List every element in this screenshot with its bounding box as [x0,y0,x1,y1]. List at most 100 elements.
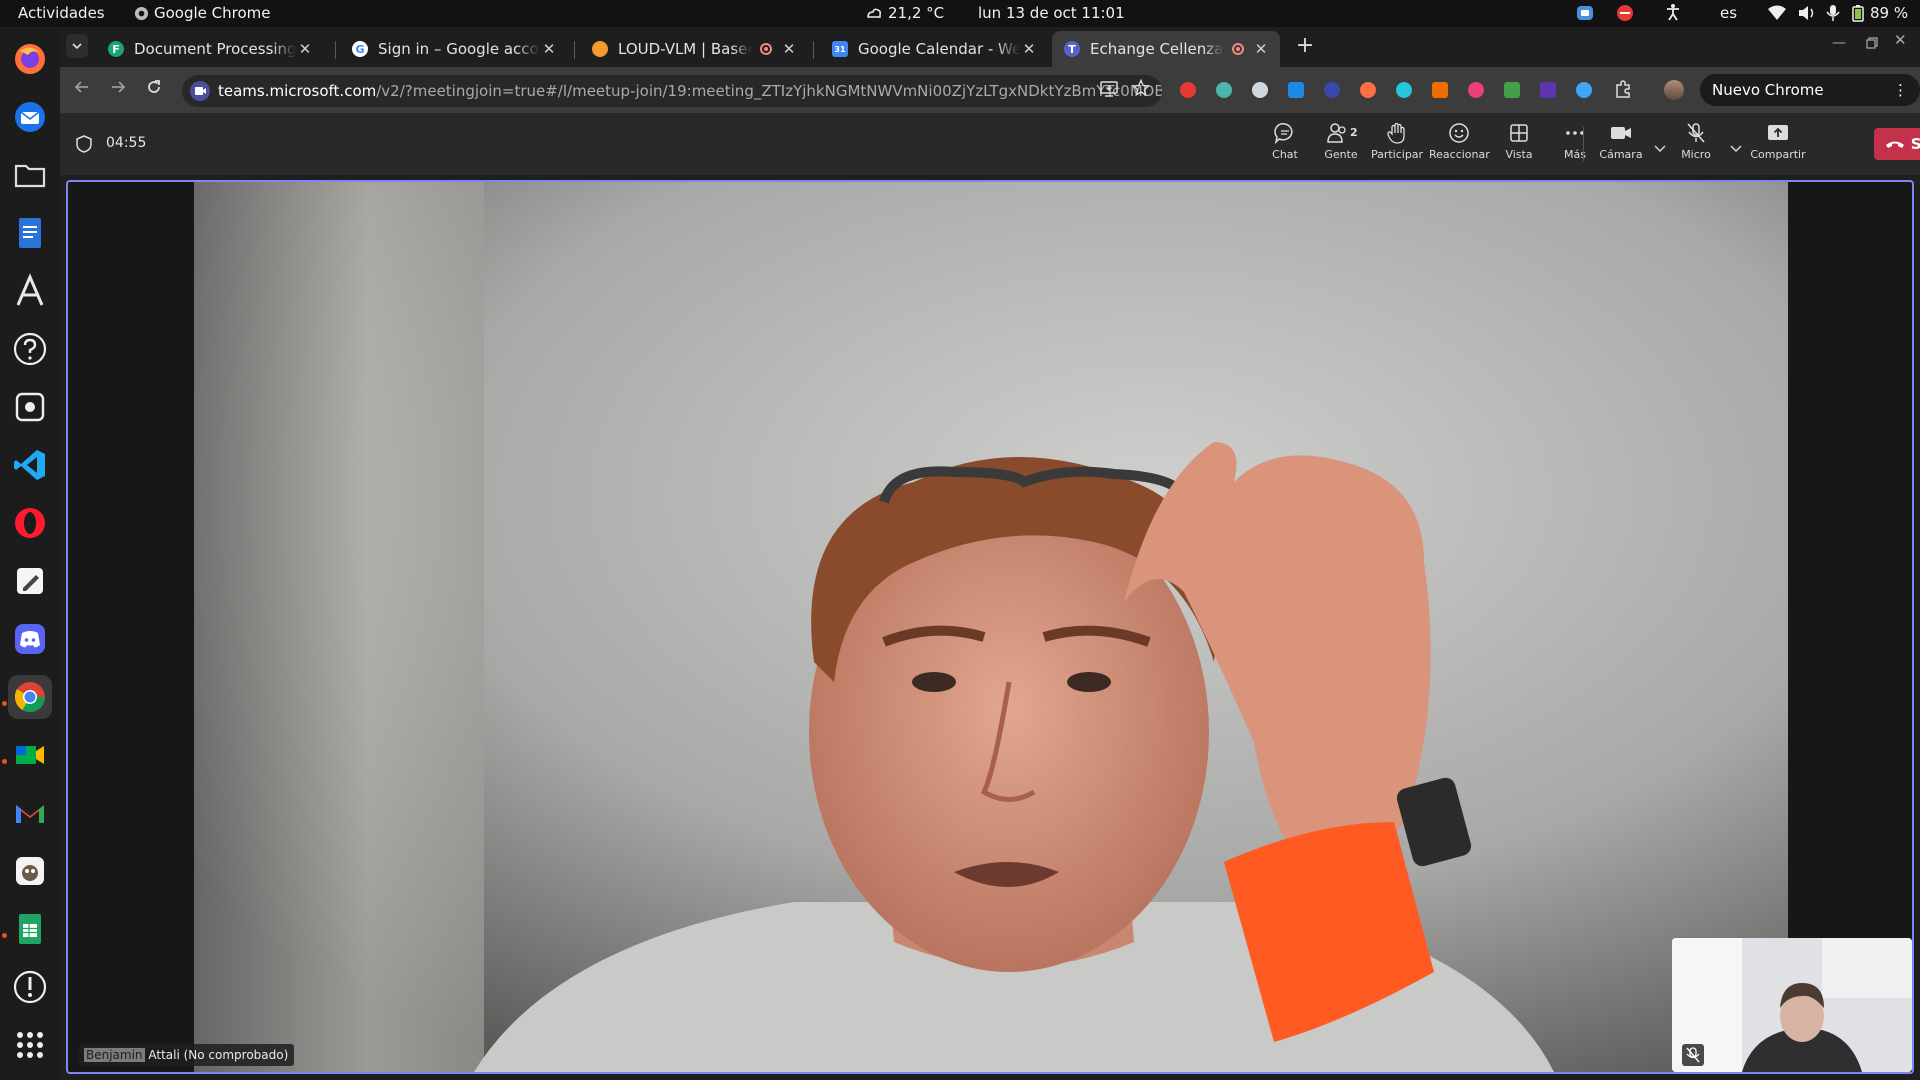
raise-hand-button[interactable]: Participar [1367,122,1427,161]
chrome-update-chip[interactable]: Nuevo Chrome disponible ⋮ [1700,74,1920,131]
text-editor-icon[interactable] [8,559,52,603]
sheets-icon[interactable] [8,907,52,951]
adblock-extension-icon[interactable] [1180,82,1196,98]
new-tab-button[interactable]: + [1292,33,1318,59]
people-count-badge: 2 [1350,126,1358,139]
thunderbird-icon[interactable] [8,95,52,139]
firefox-icon[interactable] [8,37,52,81]
close-icon[interactable]: ✕ [780,40,798,58]
show-apps-icon[interactable] [8,1023,52,1067]
meet-icon[interactable] [8,733,52,777]
calendar-favicon: 31 [832,41,848,57]
view-button[interactable]: Vista [1489,122,1549,161]
tab-document-processing[interactable]: F Document Processing Pl ✕ [96,31,324,67]
chrome-icon[interactable] [8,675,52,719]
more-menu-icon[interactable]: ⋮ [1893,74,1908,106]
self-view-video[interactable] [1672,938,1912,1072]
extension-icon[interactable] [1432,82,1448,98]
keyboard-language[interactable]: es [1720,4,1737,22]
tab-search-button[interactable] [66,34,88,58]
url-path: /v2/?meetingjoin=true#/l/meetup-join/19:… [376,82,1162,100]
base44-favicon [592,41,608,57]
files-icon[interactable] [8,153,52,197]
reload-icon[interactable] [146,79,162,99]
tab-title: Sign in – Google account [378,40,540,58]
chat-label: Chat [1272,148,1298,161]
opera-icon[interactable] [8,501,52,545]
chrome-app-icon [134,6,149,25]
extension-icon[interactable] [1540,82,1556,98]
activities-button[interactable]: Actividades [18,4,105,22]
meeting-stage: Benjamin Attali (No comprobado) [66,180,1914,1074]
site-info-icon[interactable] [190,81,210,101]
forward-icon[interactable] [110,79,126,99]
camera-button[interactable]: Cámara [1589,122,1653,161]
close-icon[interactable]: ✕ [540,40,558,58]
gimp-icon[interactable] [8,849,52,893]
meeting-toolbar: 04:55 Chat 2 Gente Participar Reaccionar… [60,113,1920,175]
writer-icon[interactable] [8,211,52,255]
microphone-icon[interactable] [1826,4,1840,26]
system-top-bar: Actividades Google Chrome 21,2 °C lun 13… [0,0,1920,27]
tab-title: Google Calendar - Week [858,40,1020,58]
accessibility-icon[interactable] [1664,3,1682,25]
app-center-icon[interactable] [8,269,52,313]
browser-tab-strip: F Document Processing Pl ✕ G Sign in – G… [60,27,1920,67]
discord-icon[interactable] [8,617,52,661]
people-button[interactable]: 2 Gente [1311,122,1371,161]
tab-google-sign-in[interactable]: G Sign in – Google account ✕ [340,31,568,67]
leave-button[interactable]: Salir [1874,128,1920,160]
participant-name-rest: Attali (No comprobado) [144,1048,289,1062]
weather-temp[interactable]: 21,2 °C [888,4,944,22]
extension-icon[interactable] [1288,82,1304,98]
react-button[interactable]: Reaccionar [1429,122,1490,161]
people-label: Gente [1324,148,1358,161]
zoom-extension-icon[interactable] [1324,82,1340,98]
participant-video[interactable] [194,182,1788,1072]
vscode-icon[interactable] [8,443,52,487]
google-favicon: G [352,41,368,57]
help-icon[interactable] [8,327,52,371]
tab-title: Document Processing Pl [134,40,296,58]
close-icon[interactable]: ✕ [296,40,314,58]
extension-icon[interactable] [1576,82,1592,98]
share-button[interactable]: Compartir [1742,122,1814,161]
back-icon[interactable] [74,79,90,99]
shield-icon [76,135,92,157]
minimize-button[interactable]: — [1832,35,1846,51]
teams-tray-icon[interactable] [1576,4,1594,26]
clock[interactable]: lun 13 de oct 11:01 [978,4,1125,22]
tab-google-calendar[interactable]: 31 Google Calendar - Week ✕ [820,31,1048,67]
do-not-disturb-icon[interactable] [1616,4,1634,26]
extension-icon[interactable] [1360,82,1376,98]
install-app-icon[interactable] [1100,81,1118,101]
mic-options-chevron-icon[interactable] [1730,138,1742,157]
volume-icon[interactable] [1798,5,1816,25]
gmail-icon[interactable] [8,791,52,835]
tab-teams-meeting[interactable]: T Echange Cellenza : M ✕ [1052,31,1280,67]
address-bar[interactable]: teams.microsoft.com/v2/?meetingjoin=true… [182,75,1162,107]
app-menu-label[interactable]: Google Chrome [154,4,271,22]
extension-icon[interactable] [1252,82,1268,98]
wifi-icon[interactable] [1768,5,1786,25]
tab-loud-vlm[interactable]: LOUD-VLM | Base44 ✕ [580,31,808,67]
battery-icon[interactable] [1852,4,1864,26]
extension-icon[interactable] [1216,82,1232,98]
close-icon[interactable]: ✕ [1252,40,1270,58]
close-icon[interactable]: ✕ [1020,40,1038,58]
restore-button[interactable] [1866,34,1878,53]
chat-button[interactable]: Chat [1255,122,1315,161]
updates-icon[interactable] [8,965,52,1009]
screenshot-icon[interactable] [8,385,52,429]
extension-icon[interactable] [1504,82,1520,98]
mic-button[interactable]: Micro [1664,122,1728,161]
recording-icon [760,43,772,55]
profile-avatar[interactable] [1664,80,1684,100]
battery-percent[interactable]: 89 % [1870,4,1908,22]
extension-icon[interactable] [1396,82,1412,98]
extension-icon[interactable] [1468,82,1484,98]
browser-toolbar: teams.microsoft.com/v2/?meetingjoin=true… [60,67,1920,131]
close-window-button[interactable]: ✕ [1894,31,1907,49]
extensions-puzzle-icon[interactable] [1614,80,1632,102]
bookmark-star-icon[interactable] [1131,78,1151,101]
